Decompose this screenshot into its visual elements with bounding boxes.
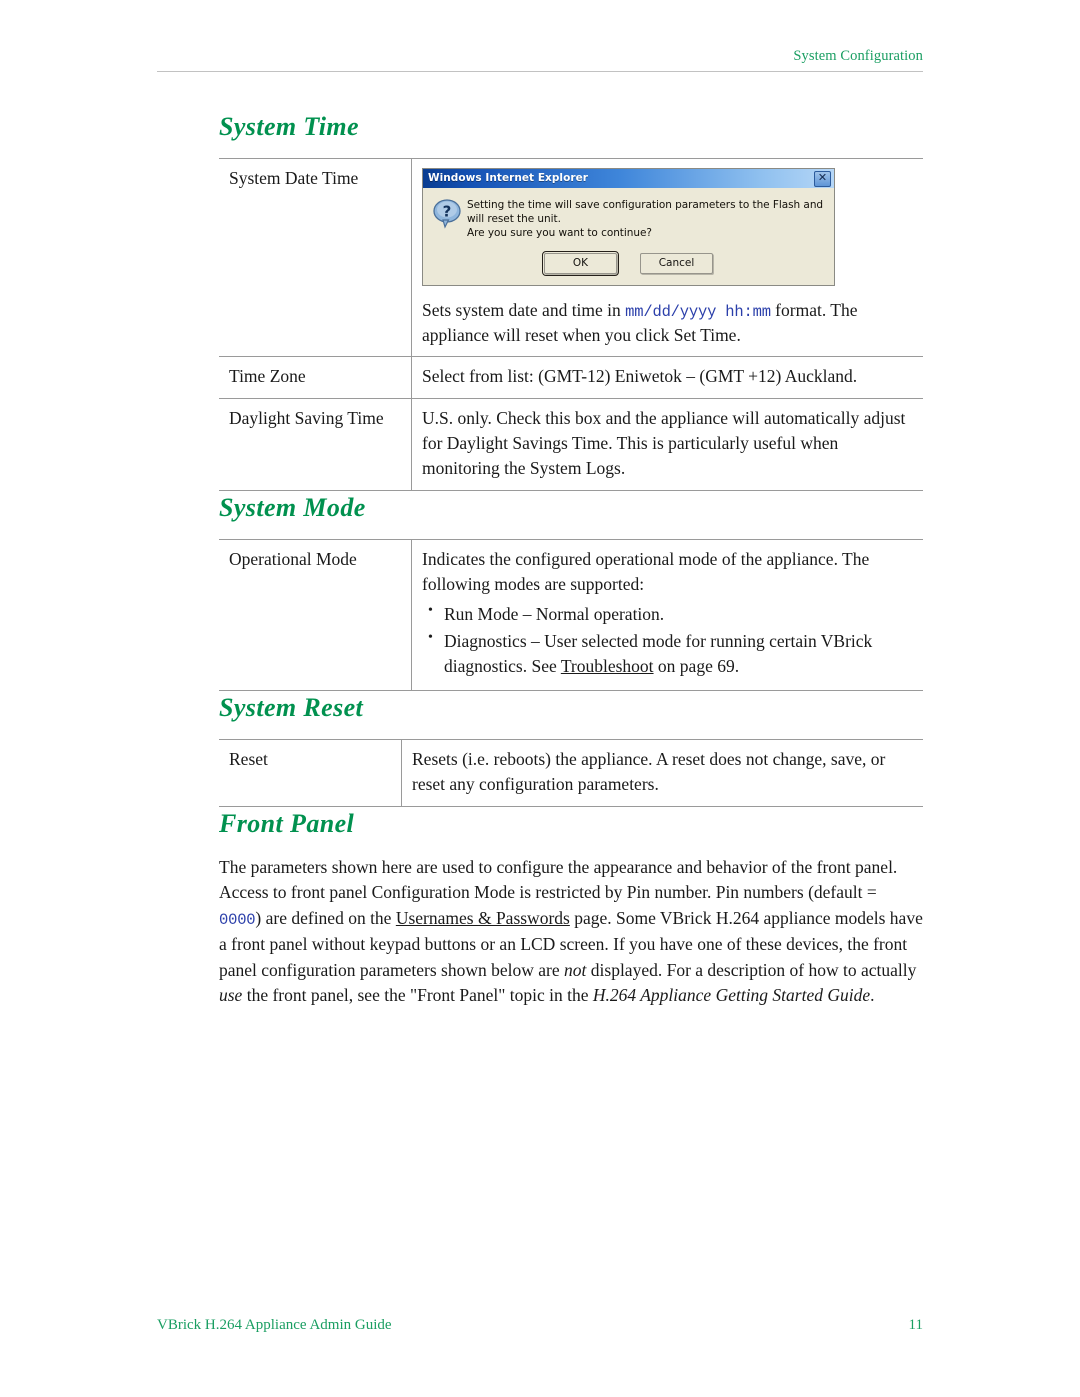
table-row: Time Zone Select from list: (GMT-12) Eni…: [219, 356, 923, 399]
cross-reference-troubleshoot[interactable]: Troubleshoot: [561, 656, 654, 676]
heading-front-panel: Front Panel: [219, 808, 355, 838]
page-footer: VBrick H.264 Appliance Admin Guide 11: [157, 1317, 923, 1334]
param-key: Reset: [219, 739, 402, 807]
para-segment-1: The parameters shown here are used to co…: [219, 856, 898, 903]
param-value: Windows Internet Explorer ✕ ? Setting th…: [411, 157, 923, 357]
para-segment-6: .: [870, 985, 875, 1006]
date-format-code: mm/dd/yyyy hh:mm: [625, 302, 771, 321]
dialog-titlebar: Windows Internet Explorer ✕: [423, 169, 834, 188]
cancel-button[interactable]: Cancel: [640, 252, 713, 274]
para-segment-4: displayed. For a description of how to a…: [586, 959, 917, 980]
table-row: Daylight Saving Time U.S. only. Check th…: [219, 398, 923, 491]
table-system-reset: Reset Resets (i.e. reboots) the applianc…: [219, 739, 923, 807]
param-value: U.S. only. Check this box and the applia…: [411, 398, 923, 491]
svg-text:?: ?: [443, 203, 452, 221]
table-system-time: System Date Time Windows Internet Explor…: [219, 157, 923, 491]
running-head-text: System Configuration: [793, 48, 923, 64]
param-value: Select from list: (GMT-12) Eniwetok – (G…: [411, 356, 923, 399]
dialog-body: ? Setting the time will save configurati…: [423, 188, 834, 245]
table-row: Reset Resets (i.e. reboots) the applianc…: [219, 739, 923, 807]
front-panel-paragraph: The parameters shown here are used to co…: [219, 855, 923, 1009]
document-page: System Configuration System Time System …: [0, 0, 1080, 1397]
para-segment-5: the front panel, see the "Front Panel" t…: [242, 985, 593, 1006]
param-key: Daylight Saving Time: [219, 398, 412, 491]
param-value-prefix: Sets system date and time in: [422, 299, 626, 320]
param-key: System Date Time: [219, 157, 412, 357]
table-row: System Date Time Windows Internet Explor…: [219, 157, 923, 357]
para-segment-2: ) are defined on the: [255, 908, 396, 929]
header-rule: [157, 71, 923, 73]
table-row: Operational Mode Indicates the configure…: [219, 538, 923, 692]
param-value: Resets (i.e. reboots) the appliance. A r…: [401, 739, 923, 807]
list-item: Run Mode – Normal operation.: [428, 601, 917, 627]
page-content: System Time System Date Time Windows Int…: [219, 112, 923, 1009]
windows-dialog: Windows Internet Explorer ✕ ? Setting th…: [422, 168, 835, 286]
close-icon[interactable]: ✕: [814, 171, 831, 187]
page-header: System Configuration: [157, 48, 923, 73]
question-icon: ?: [433, 197, 467, 238]
dialog-message: Setting the time will save configuration…: [467, 197, 824, 241]
footer-doc-title: VBrick H.264 Appliance Admin Guide: [157, 1317, 392, 1333]
book-title-reference: H.264 Appliance Getting Started Guide: [592, 985, 871, 1006]
dialog-screenshot: Windows Internet Explorer ✕ ? Setting th…: [422, 168, 917, 286]
param-key: Operational Mode: [219, 538, 412, 692]
footer-page-number: 11: [908, 1317, 923, 1333]
dialog-title: Windows Internet Explorer: [428, 172, 588, 185]
cross-reference-usernames-passwords[interactable]: Usernames & Passwords: [396, 908, 570, 928]
pin-default-value: 0000: [219, 911, 256, 930]
heading-system-reset: System Reset: [219, 693, 364, 723]
dialog-message-line-2: Are you sure you want to continue?: [467, 226, 652, 239]
operational-mode-list: Run Mode – Normal operation. Diagnostics…: [422, 601, 917, 679]
operational-mode-intro: Indicates the configured operational mod…: [422, 548, 870, 594]
emphasis-not: not: [564, 959, 587, 980]
ok-button[interactable]: OK: [542, 250, 619, 276]
list-item: Diagnostics – User selected mode for run…: [428, 628, 917, 679]
heading-system-time: System Time: [219, 112, 359, 141]
table-system-mode: Operational Mode Indicates the configure…: [219, 538, 923, 692]
param-value: Indicates the configured operational mod…: [411, 538, 923, 692]
emphasis-use: use: [219, 985, 243, 1006]
dialog-message-line-1: Setting the time will save configuration…: [467, 199, 824, 225]
param-key: Time Zone: [219, 356, 412, 399]
heading-system-mode: System Mode: [219, 492, 366, 522]
dialog-button-row: OK Cancel: [423, 244, 834, 285]
list-item-suffix: on page 69.: [653, 656, 740, 677]
